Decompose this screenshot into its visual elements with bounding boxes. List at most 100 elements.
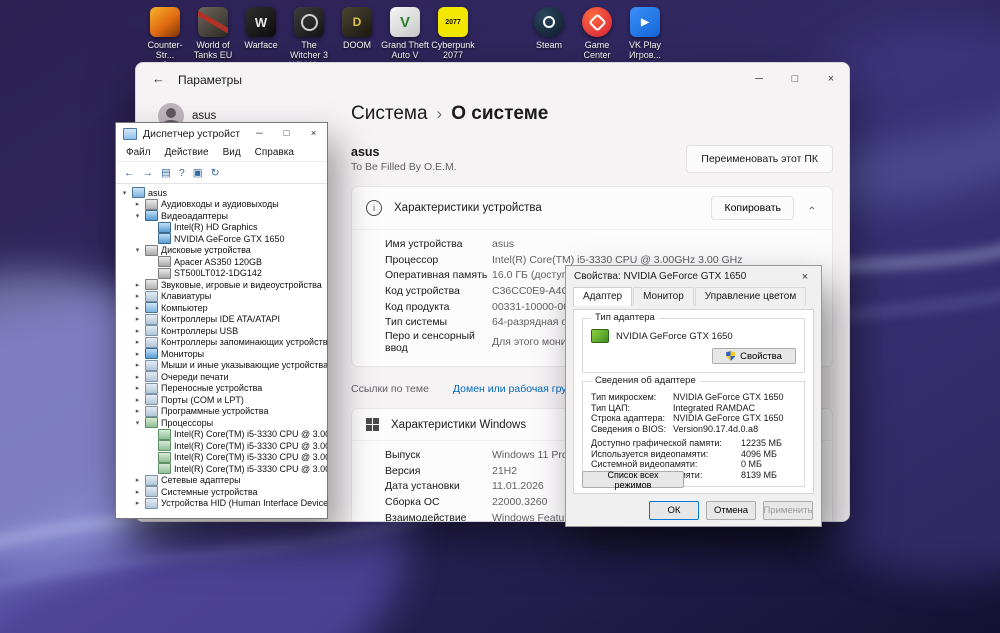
apply-button[interactable]: Применить: [763, 501, 813, 520]
desktop-icon[interactable]: Cyberpunk 2077: [429, 7, 477, 70]
menu-item[interactable]: Файл: [119, 147, 158, 158]
minimize-button[interactable]: ─: [741, 63, 777, 94]
desktop-icon[interactable]: World of Tanks EU: [189, 7, 237, 70]
tree-item-label: Контроллеры USB: [161, 325, 239, 336]
adapter-info-row: Тип микросхем: NVIDIA GeForce GTX 1650: [591, 392, 796, 403]
menu-item[interactable]: Вид: [216, 147, 248, 158]
properties-icon[interactable]: ▣: [193, 167, 203, 179]
tree-item[interactable]: Apacer AS350 120GB: [116, 256, 327, 268]
desktop-icon[interactable]: Steam: [525, 7, 573, 70]
help-icon[interactable]: ?: [179, 167, 185, 179]
tree-item[interactable]: ▸ Устройства HID (Human Interface Devices…: [116, 497, 327, 510]
list-all-modes-button[interactable]: Список всех режимов: [582, 470, 684, 490]
collapse-icon[interactable]: ▾: [133, 212, 142, 220]
tree-item[interactable]: ST500LT012-1DG142: [116, 267, 327, 280]
menu-item[interactable]: Действие: [158, 147, 216, 158]
doom-icon: [342, 7, 372, 37]
tree-item[interactable]: ▸ Мониторы: [116, 348, 327, 360]
tree-item[interactable]: ▾ Дисковые устройства: [116, 244, 327, 257]
back-icon[interactable]: ←: [124, 167, 135, 179]
expand-icon[interactable]: ▸: [133, 373, 142, 381]
tree-item[interactable]: NVIDIA GeForce GTX 1650: [116, 233, 327, 245]
close-button[interactable]: ×: [813, 63, 849, 94]
desktop-icon-label: Cyberpunk 2077: [431, 40, 475, 61]
expand-icon[interactable]: ▸: [133, 396, 142, 404]
tree-item[interactable]: ▸ Звуковые, игровые и видеоустройства: [116, 279, 327, 291]
tree-item[interactable]: Intel(R) Core(TM) i5-3330 CPU @ 3.00GHz: [116, 451, 327, 464]
collapse-icon[interactable]: ▾: [133, 419, 142, 427]
breadcrumb-parent[interactable]: Система: [351, 103, 428, 125]
tree-item-label: Порты (COM и LPT): [161, 394, 244, 405]
tree-item[interactable]: ▸ Программные устройства: [116, 405, 327, 418]
settings-titlebar[interactable]: ← Параметры ─ □ ×: [136, 63, 849, 97]
desktop-icon[interactable]: Counter-Str... 2: [141, 7, 189, 70]
device-manager-titlebar[interactable]: Диспетчер устройств ─ □ ×: [116, 123, 327, 144]
forward-icon[interactable]: →: [143, 167, 154, 179]
collapse-icon[interactable]: ▾: [133, 246, 142, 254]
desktop-icon[interactable]: Game Center: [573, 7, 621, 70]
console-tree-icon[interactable]: ▤: [161, 167, 171, 179]
expand-icon[interactable]: ▸: [133, 304, 142, 312]
maximize-button[interactable]: □: [777, 63, 813, 94]
close-button[interactable]: ×: [789, 266, 821, 287]
tree-item[interactable]: ▸ Контроллеры USB: [116, 325, 327, 337]
collapse-icon[interactable]: ▾: [120, 189, 129, 197]
tree-item[interactable]: ▸ Контроллеры IDE ATA/ATAPI: [116, 313, 327, 326]
tree-item[interactable]: ▸ Аудиовходы и аудиовыходы: [116, 198, 327, 211]
tree-item[interactable]: ▸ Контроллеры запоминающих устройств: [116, 336, 327, 349]
back-icon[interactable]: ←: [152, 71, 165, 86]
rename-pc-button[interactable]: Переименовать этот ПК: [686, 145, 833, 173]
expand-icon[interactable]: ▸: [133, 338, 142, 346]
tree-item[interactable]: ▸ Компьютер: [116, 302, 327, 314]
audio-icon: [145, 198, 158, 210]
tree-item[interactable]: ▸ Очереди печати: [116, 371, 327, 383]
expand-icon[interactable]: ▸: [133, 407, 142, 415]
tree-item[interactable]: Intel(R) Core(TM) i5-3330 CPU @ 3.00GHz: [116, 463, 327, 475]
desktop-icon[interactable]: DOOM: [333, 7, 381, 70]
menu-item[interactable]: Справка: [248, 147, 301, 158]
tree-item[interactable]: ▸ Клавиатуры: [116, 290, 327, 303]
maximize-button[interactable]: □: [273, 123, 300, 144]
close-button[interactable]: ×: [300, 123, 327, 144]
chevron-up-icon[interactable]: [806, 202, 818, 214]
expand-icon[interactable]: ▸: [133, 488, 142, 496]
desktop-icon[interactable]: Warface: [237, 7, 285, 70]
ok-button[interactable]: ОК: [649, 501, 699, 520]
tree-item[interactable]: ▾ Процессоры: [116, 417, 327, 429]
copy-button[interactable]: Копировать: [711, 196, 794, 220]
tree-item[interactable]: ▸ Порты (COM и LPT): [116, 394, 327, 406]
scan-hardware-icon[interactable]: ↻: [211, 167, 220, 179]
tab[interactable]: Монитор: [633, 287, 694, 306]
dialog-titlebar[interactable]: Свойства: NVIDIA GeForce GTX 1650 ×: [566, 266, 821, 287]
tree-item[interactable]: Intel(R) Core(TM) i5-3330 CPU @ 3.00GHz: [116, 428, 327, 441]
expand-icon[interactable]: ▸: [133, 327, 142, 335]
desktop-icon[interactable]: The Witcher 3 Wild Hunt: [285, 7, 333, 70]
expand-icon[interactable]: ▸: [133, 200, 142, 208]
desktop-icon[interactable]: VK Play Игров...: [621, 7, 669, 70]
cancel-button[interactable]: Отмена: [706, 501, 756, 520]
tree-item[interactable]: ▸ Переносные устройства: [116, 382, 327, 395]
tree-item[interactable]: Intel(R) Core(TM) i5-3330 CPU @ 3.00GHz: [116, 440, 327, 452]
tree-item-label: Intel(R) Core(TM) i5-3330 CPU @ 3.00GHz: [174, 429, 327, 440]
expand-icon[interactable]: ▸: [133, 476, 142, 484]
tree-item[interactable]: ▸ Мыши и иные указывающие устройства: [116, 359, 327, 372]
tab[interactable]: Адаптер: [573, 287, 633, 306]
tree-item[interactable]: ▸ Сетевые адаптеры: [116, 474, 327, 487]
tab[interactable]: Управление цветом: [694, 287, 807, 306]
expand-icon[interactable]: ▸: [133, 292, 142, 300]
expand-icon[interactable]: ▸: [133, 361, 142, 369]
expand-icon[interactable]: ▸: [133, 499, 142, 507]
tree-item[interactable]: ▾ Видеоадаптеры: [116, 210, 327, 222]
expand-icon[interactable]: ▸: [133, 281, 142, 289]
tree-item[interactable]: ▸ Системные устройства: [116, 486, 327, 498]
device-specs-header[interactable]: Характеристики устройства Копировать: [352, 187, 832, 229]
expand-icon[interactable]: ▸: [133, 384, 142, 392]
expand-icon[interactable]: ▸: [133, 350, 142, 358]
expand-icon[interactable]: ▸: [133, 315, 142, 323]
tree-item[interactable]: ▾ asus: [116, 187, 327, 199]
tree-item[interactable]: Intel(R) HD Graphics: [116, 221, 327, 234]
adapter-properties-button[interactable]: Свойства: [712, 348, 796, 364]
desktop-icon[interactable]: Grand Theft Auto V: [381, 7, 429, 70]
minimize-button[interactable]: ─: [246, 123, 273, 144]
info-value: Version90.17.4d.0.a8: [673, 423, 759, 434]
